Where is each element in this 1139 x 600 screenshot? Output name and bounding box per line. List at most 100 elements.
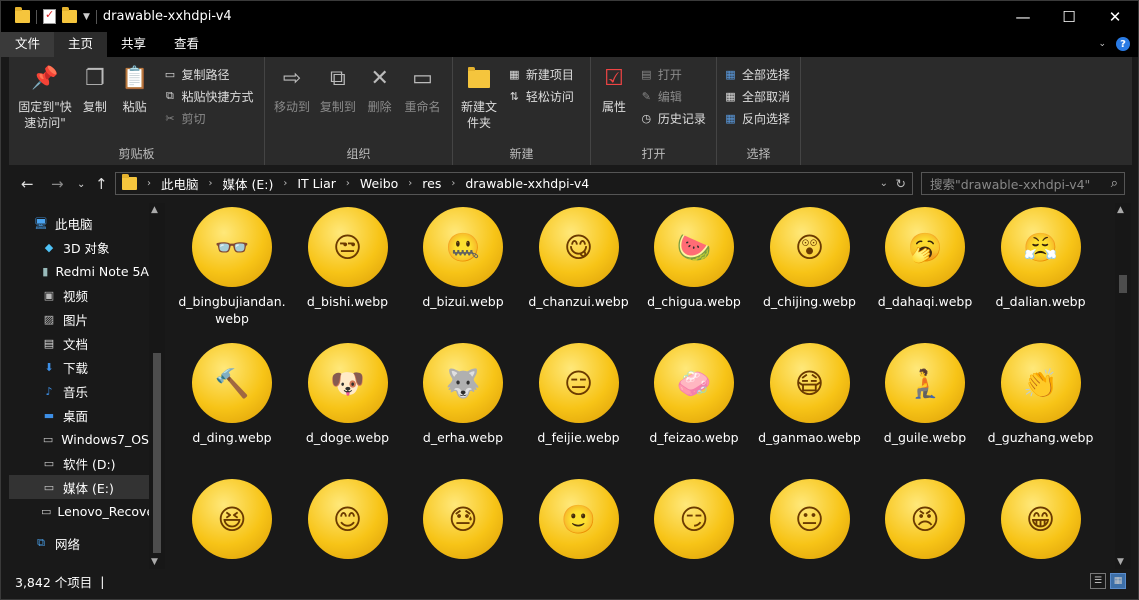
- file-item[interactable]: 👏 d_guzhang.webp: [986, 343, 1096, 446]
- chevron-right-icon[interactable]: ›: [147, 178, 151, 189]
- file-item[interactable]: 👓 d_bingbujiandan.webp: [177, 207, 287, 327]
- nav-item[interactable]: ▣ 视频: [9, 283, 149, 307]
- nav-item[interactable]: ♪ 音乐: [9, 379, 149, 403]
- move-to-button[interactable]: ⇨ 移动到: [271, 63, 313, 115]
- file-item[interactable]: 🐺 d_erha.webp: [408, 343, 518, 446]
- properties-button[interactable]: ☑ 属性: [597, 63, 631, 115]
- file-item[interactable]: 🔨 d_ding.webp: [177, 343, 287, 446]
- tab-view[interactable]: 查看: [160, 32, 213, 57]
- paste-shortcut-button[interactable]: ⧉ 粘贴快捷方式: [162, 85, 253, 107]
- file-item[interactable]: 🍉 d_chigua.webp: [639, 207, 749, 310]
- copy-to-button[interactable]: ⧉ 复制到: [317, 63, 359, 115]
- navigation-scroll-thumb[interactable]: [153, 353, 161, 553]
- breadcrumb-this-pc[interactable]: 此电脑: [161, 174, 199, 193]
- navigation-scrollbar[interactable]: ▲ ▼: [149, 203, 165, 569]
- breadcrumb-drive[interactable]: 媒体 (E:): [223, 174, 274, 193]
- file-item[interactable]: 🧎 d_guile.webp: [870, 343, 980, 446]
- file-item[interactable]: 😁: [986, 479, 1096, 565]
- nav-item[interactable]: 🖥 此电脑: [9, 211, 149, 235]
- nav-item[interactable]: ⧉ 网络: [9, 531, 149, 555]
- file-item[interactable]: 😷 d_ganmao.webp: [755, 343, 865, 446]
- chevron-right-icon[interactable]: ›: [209, 178, 213, 189]
- new-folder-icon[interactable]: [62, 7, 77, 23]
- file-item[interactable]: 🤐 d_bizui.webp: [408, 207, 518, 310]
- search-icon[interactable]: ⌕: [1111, 176, 1118, 191]
- tab-file[interactable]: 文件: [1, 32, 55, 57]
- file-item[interactable]: 😏: [639, 479, 749, 565]
- details-view-icon[interactable]: ☰: [1090, 573, 1106, 589]
- history-button[interactable]: ◷ 历史记录: [639, 107, 706, 129]
- file-item[interactable]: 😋 d_chanzui.webp: [524, 207, 634, 310]
- collapse-ribbon-chevron-icon[interactable]: ⌄: [1098, 39, 1106, 49]
- properties-icon[interactable]: [43, 8, 56, 24]
- customize-toolbar-chevron-icon[interactable]: ▼: [83, 12, 90, 22]
- file-item[interactable]: 😊: [293, 479, 403, 565]
- scroll-up-arrow-icon[interactable]: ▲: [1117, 205, 1124, 215]
- up-arrow-icon[interactable]: ↑: [95, 175, 108, 193]
- rename-button[interactable]: ▭ 重命名: [400, 63, 444, 115]
- nav-item[interactable]: ▭ Lenovo_Recovery: [9, 499, 149, 523]
- file-item[interactable]: 🥱 d_dahaqi.webp: [870, 207, 980, 310]
- breadcrumb-current[interactable]: drawable-xxhdpi-v4: [465, 176, 589, 191]
- file-item[interactable]: 😑 d_feijie.webp: [524, 343, 634, 446]
- breadcrumb-it-liar[interactable]: IT Liar: [297, 176, 336, 191]
- paste-button[interactable]: 📋 粘贴: [115, 63, 155, 115]
- nav-item[interactable]: ▭ 软件 (D:): [9, 451, 149, 475]
- chevron-right-icon[interactable]: ›: [451, 178, 455, 189]
- select-none-button[interactable]: ▦ 全部取消: [723, 85, 794, 107]
- pin-quick-access-button[interactable]: 📌 固定到"快速访问": [15, 63, 75, 131]
- forward-arrow-icon[interactable]: →: [51, 175, 64, 193]
- nav-item[interactable]: ▤ 文档: [9, 331, 149, 355]
- delete-button[interactable]: ✕ 删除: [363, 63, 397, 115]
- refresh-icon[interactable]: ↻: [896, 176, 906, 191]
- maximize-button[interactable]: ☐: [1046, 1, 1092, 32]
- file-item[interactable]: 😐: [755, 479, 865, 565]
- tab-home[interactable]: 主页: [54, 32, 108, 57]
- scroll-down-arrow-icon[interactable]: ▼: [151, 557, 158, 567]
- copy-path-button[interactable]: ▭ 复制路径: [162, 63, 253, 85]
- file-item[interactable]: 🙂: [524, 479, 634, 565]
- breadcrumb-res[interactable]: res: [422, 176, 441, 191]
- nav-item[interactable]: ▭ 媒体 (E:): [9, 475, 149, 499]
- minimize-button[interactable]: —: [1000, 1, 1046, 32]
- content-scroll-thumb[interactable]: [1119, 275, 1127, 293]
- nav-item[interactable]: ◆ 3D 对象: [9, 235, 149, 259]
- edit-button[interactable]: ✎ 编辑: [639, 85, 706, 107]
- open-button[interactable]: ▤ 打开: [639, 63, 706, 85]
- file-item[interactable]: 🐶 d_doge.webp: [293, 343, 403, 446]
- breadcrumb-weibo[interactable]: Weibo: [360, 176, 398, 191]
- tab-share[interactable]: 共享: [107, 32, 160, 57]
- new-folder-button[interactable]: 新建文件夹: [459, 63, 499, 131]
- nav-item[interactable]: ⬇ 下载: [9, 355, 149, 379]
- file-item[interactable]: 😒 d_bishi.webp: [293, 207, 403, 310]
- content-scrollbar[interactable]: ▲ ▼: [1115, 203, 1131, 569]
- nav-item[interactable]: ▮ Redmi Note 5A: [9, 259, 149, 283]
- nav-item[interactable]: ▨ 图片: [9, 307, 149, 331]
- file-item[interactable]: 😲 d_chijing.webp: [755, 207, 865, 310]
- nav-item[interactable]: ▭ Windows7_OS: [9, 427, 149, 451]
- chevron-right-icon[interactable]: ›: [283, 178, 287, 189]
- file-item[interactable]: 😆: [177, 479, 287, 565]
- select-all-button[interactable]: ▦ 全部选择: [723, 63, 794, 85]
- chevron-right-icon[interactable]: ›: [408, 178, 412, 189]
- address-bar[interactable]: › 此电脑 › 媒体 (E:) › IT Liar › Weibo › res …: [115, 172, 913, 195]
- large-icons-view-icon[interactable]: ▦: [1110, 573, 1126, 589]
- cut-button[interactable]: ✂ 剪切: [162, 107, 253, 129]
- scroll-up-arrow-icon[interactable]: ▲: [151, 205, 158, 215]
- file-item[interactable]: 😠: [870, 479, 980, 565]
- search-input[interactable]: 搜索"drawable-xxhdpi-v4" ⌕: [921, 172, 1125, 195]
- address-history-chevron-icon[interactable]: ⌄: [880, 178, 888, 189]
- file-item[interactable]: 😤 d_dalian.webp: [986, 207, 1096, 310]
- close-button[interactable]: ✕: [1092, 1, 1138, 32]
- file-item[interactable]: 😓: [408, 479, 518, 565]
- file-item[interactable]: 🧼 d_feizao.webp: [639, 343, 749, 446]
- invert-selection-button[interactable]: ▦ 反向选择: [723, 107, 794, 129]
- copy-button[interactable]: ❐ 复制: [79, 63, 111, 115]
- help-icon[interactable]: ?: [1116, 37, 1130, 51]
- scroll-down-arrow-icon[interactable]: ▼: [1117, 557, 1124, 567]
- easy-access-button[interactable]: ⇅ 轻松访问: [507, 85, 574, 107]
- nav-item[interactable]: ▬ 桌面: [9, 403, 149, 427]
- chevron-right-icon[interactable]: ›: [346, 178, 350, 189]
- new-item-button[interactable]: ▦ 新建项目: [507, 63, 574, 85]
- back-arrow-icon[interactable]: ←: [21, 175, 34, 193]
